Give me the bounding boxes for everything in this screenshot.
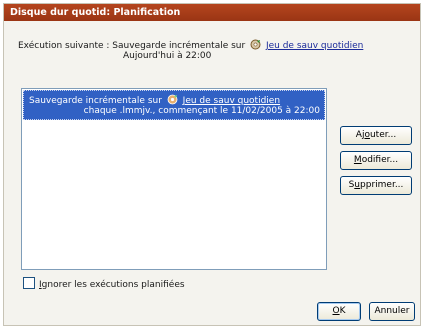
list-item[interactable]: Sauvegarde incrémentale sur Jeu de sauv …	[23, 90, 325, 120]
modify-button-accel: M	[353, 155, 362, 165]
ok-button[interactable]: OK	[317, 302, 361, 321]
schedule-list[interactable]: Sauvegarde incrémentale sur Jeu de sauv …	[21, 88, 327, 270]
ignore-schedules-option[interactable]: Ignorer les exécutions planifiées	[23, 277, 185, 290]
dialog-title: Disque dur quotid: Planification	[4, 4, 420, 21]
schedule-dialog: Disque dur quotid: Planification Exécuti…	[3, 3, 421, 326]
ok-button-label-post: K	[339, 306, 346, 316]
next-execution-prefix: Exécution suivante : Sauvegarde incrémen…	[18, 41, 246, 51]
delete-button-label-post: pprimer...	[360, 180, 404, 190]
modify-button-label-post: odifier...	[361, 155, 399, 165]
next-execution-time: Aujourd'hui à 22:00	[123, 51, 212, 61]
cancel-button[interactable]: Annuler	[369, 302, 415, 321]
ignore-schedules-checkbox[interactable]	[23, 277, 35, 289]
backup-set-icon	[250, 39, 261, 53]
add-button[interactable]: Ajouter...	[340, 126, 412, 145]
ok-button-accel: O	[332, 306, 340, 316]
list-item-detail: chaque .lmmjv., commençant le 11/02/2005…	[83, 106, 320, 116]
list-item-link[interactable]: Jeu de sauv quotidien	[183, 96, 280, 106]
ignore-label-post: gnorer les exécutions planifiées	[41, 280, 185, 290]
delete-button[interactable]: Supprimer...	[340, 176, 412, 195]
modify-button[interactable]: Modifier...	[340, 151, 412, 170]
backup-set-link[interactable]: Jeu de sauv quotidien	[266, 41, 363, 51]
list-item-prefix: Sauvegarde incrémentale sur	[29, 96, 162, 106]
add-button-label-post: uter...	[369, 130, 397, 140]
